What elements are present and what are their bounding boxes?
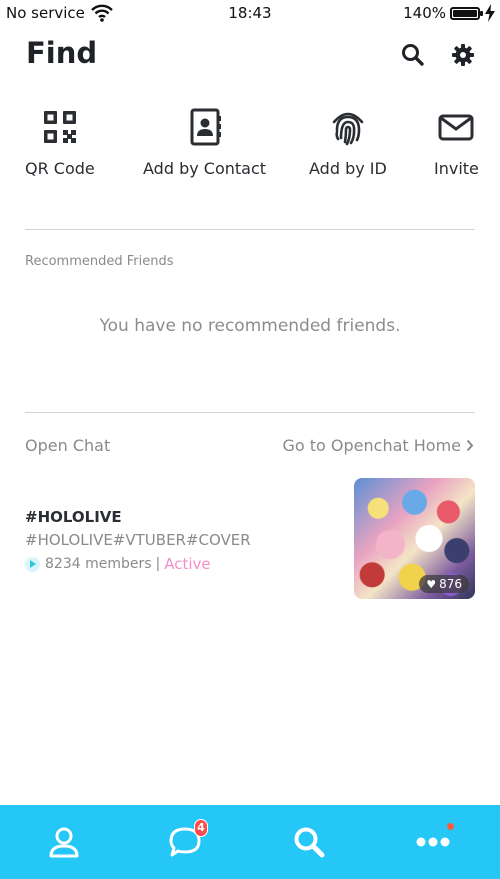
page-title: Find <box>26 36 98 70</box>
invite-label: Invite <box>434 159 479 178</box>
battery-icon <box>450 7 483 20</box>
unread-badge: 4 <box>194 819 208 837</box>
chevron-right-icon <box>466 439 474 452</box>
more-dots-icon <box>416 837 450 847</box>
openchat-home-link[interactable]: Go to Openchat Home <box>282 436 474 455</box>
charging-bolt-icon <box>485 4 495 22</box>
openchat-meta: 8234 members | Active <box>25 555 211 573</box>
openchat-thumbnail[interactable]: ♥ 876 <box>354 478 475 599</box>
status-badge: Active <box>164 555 211 573</box>
heart-icon: ♥ <box>426 577 437 591</box>
fingerprint-icon <box>332 112 364 146</box>
recommended-friends-label: Recommended Friends <box>25 254 174 269</box>
member-count: 8234 members <box>45 556 152 572</box>
invite-button[interactable]: Invite <box>434 108 479 178</box>
likes-badge: ♥ 876 <box>419 575 469 593</box>
chats-tab[interactable]: 4 <box>168 819 208 859</box>
play-icon <box>25 556 40 572</box>
envelope-icon <box>438 114 474 141</box>
likes-count: 876 <box>439 577 462 591</box>
contact-book-icon <box>190 108 221 146</box>
divider <box>25 229 475 230</box>
gear-icon[interactable] <box>450 42 476 68</box>
status-bar: No service 18:43 140% <box>0 0 500 28</box>
openchat-tags: #HOLOLIVE#VTUBER#COVER <box>25 531 251 549</box>
openchat-list-item[interactable]: #HOLOLIVE #HOLOLIVE#VTUBER#COVER 8234 me… <box>25 476 475 600</box>
find-tab-search-icon[interactable] <box>292 825 326 859</box>
qr-code-icon <box>43 111 76 143</box>
openchat-name: #HOLOLIVE <box>25 508 122 526</box>
friends-icon[interactable] <box>47 825 81 859</box>
add-friend-actions: QR Code Add by Contact Add by ID Invite <box>0 108 500 188</box>
qr-code-label: QR Code <box>25 159 95 178</box>
add-by-contact-label: Add by Contact <box>143 159 267 178</box>
more-tab[interactable] <box>416 823 454 859</box>
no-recommendations-message: You have no recommended friends. <box>99 316 401 336</box>
qr-code-button[interactable]: QR Code <box>25 108 95 178</box>
openchat-home-link-label: Go to Openchat Home <box>282 436 461 455</box>
open-chat-label: Open Chat <box>25 436 111 455</box>
separator: | <box>155 556 161 572</box>
notification-dot <box>447 823 454 830</box>
add-by-id-label: Add by ID <box>309 159 387 178</box>
add-by-contact-button[interactable]: Add by Contact <box>143 108 266 178</box>
search-icon[interactable] <box>400 42 426 68</box>
divider <box>25 412 475 413</box>
battery-percent: 140% <box>403 4 446 22</box>
bottom-nav: 4 <box>0 805 500 879</box>
add-by-id-button[interactable]: Add by ID <box>309 108 387 178</box>
